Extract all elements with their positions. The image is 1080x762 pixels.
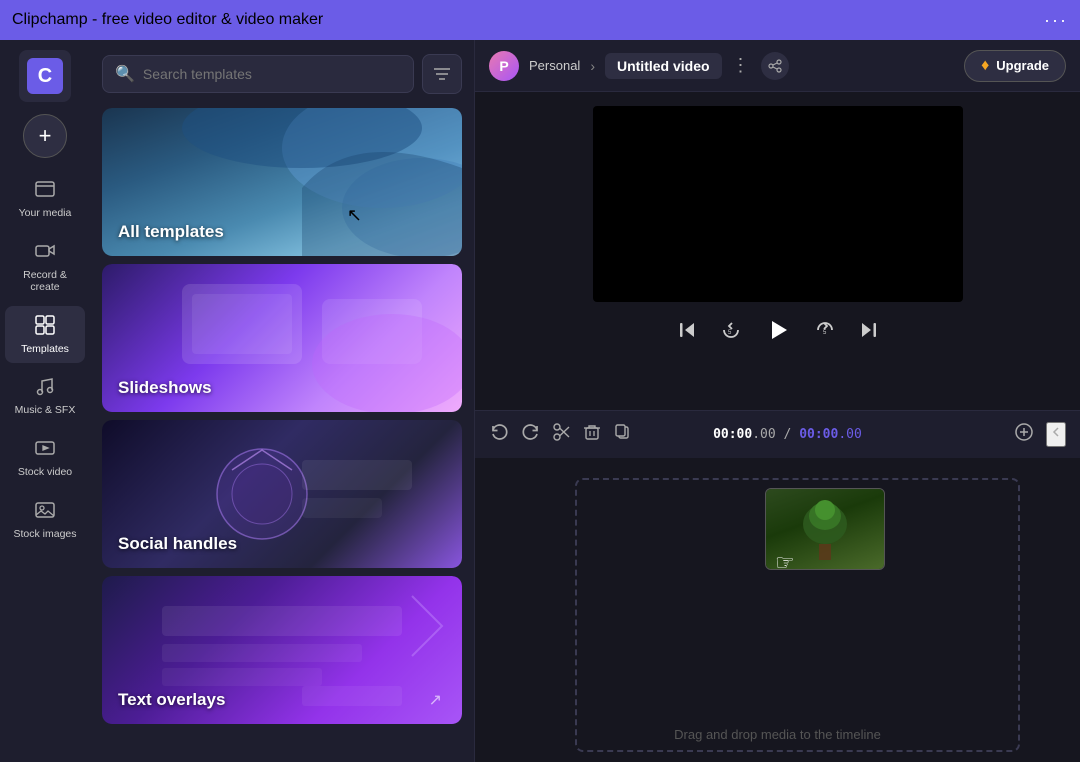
timeline-area: ☞ Drag and drop media to the timeline <box>475 458 1080 762</box>
sidebar-item-templates[interactable]: Templates <box>5 306 85 364</box>
slideshows-label: Slideshows <box>118 378 212 398</box>
title-more-button[interactable]: ⋮ <box>732 55 751 76</box>
icon-sidebar: C + Your media Record & create Templates <box>0 40 90 762</box>
total-time: 00:00 <box>799 427 838 442</box>
breadcrumb-arrow: › <box>590 58 595 74</box>
timeline-media-thumbnail[interactable] <box>765 488 885 570</box>
current-time: 00:00 <box>713 427 752 442</box>
sidebar-item-music[interactable]: Music & SFX <box>5 367 85 425</box>
record-icon <box>34 240 56 266</box>
fast-forward-button[interactable]: 5 <box>814 319 836 341</box>
search-input-wrap[interactable]: 🔍 <box>102 55 414 93</box>
sidebar-item-your-media[interactable]: Your media <box>5 170 85 228</box>
template-card-all[interactable]: All templates ↖ <box>102 108 462 256</box>
current-ms: .00 <box>752 427 775 442</box>
search-input[interactable] <box>143 66 401 82</box>
stock-images-label: Stock images <box>13 528 76 541</box>
filter-button[interactable] <box>422 54 462 94</box>
search-icon: 🔍 <box>115 64 135 84</box>
app-title: Clipchamp - free video editor & video ma… <box>12 11 323 29</box>
sidebar-item-record[interactable]: Record & create <box>5 232 85 302</box>
svg-text:5: 5 <box>823 330 827 336</box>
play-button[interactable] <box>764 316 792 344</box>
music-label: Music & SFX <box>15 404 76 417</box>
video-title[interactable]: Untitled video <box>605 53 722 79</box>
stock-video-label: Stock video <box>18 466 72 479</box>
window-controls[interactable]: ··· <box>1044 10 1068 31</box>
music-icon <box>34 375 56 401</box>
template-card-social[interactable]: Social handles <box>102 420 462 568</box>
skip-to-end-button[interactable] <box>858 319 880 341</box>
your-media-label: Your media <box>19 207 72 220</box>
timeline-toolbar: 00:00.00 / 00:00.00 <box>475 410 1080 458</box>
all-templates-label: All templates <box>118 222 224 242</box>
delete-button[interactable] <box>583 423 601 446</box>
undo-button[interactable] <box>489 422 509 447</box>
playback-controls: 5 5 <box>676 316 880 344</box>
record-label: Record & create <box>11 269 79 294</box>
drag-hint: Drag and drop media to the timeline <box>475 727 1080 742</box>
copy-to-clipboard-button[interactable] <box>613 423 631 446</box>
time-display: 00:00.00 / 00:00.00 <box>713 427 862 442</box>
logo-area: C <box>19 50 71 102</box>
template-panel: 🔍 All templates <box>90 40 475 762</box>
text-overlays-label: Text overlays <box>118 690 225 710</box>
sidebar-item-stock-images[interactable]: Stock images <box>5 491 85 549</box>
main-layout: C + Your media Record & create Templates <box>0 40 1080 762</box>
template-list: All templates ↖ Slideshows <box>90 108 474 762</box>
logo-icon: C <box>27 58 63 94</box>
personal-label: Personal <box>529 58 580 73</box>
editor-header: P Personal › Untitled video ⋮ ♦ Upgrade <box>475 40 1080 92</box>
stock-video-icon <box>34 437 56 463</box>
your-media-icon <box>34 178 56 204</box>
editor-area: P Personal › Untitled video ⋮ ♦ Upgrade <box>475 40 1080 762</box>
stock-images-icon <box>34 499 56 525</box>
social-handles-label: Social handles <box>118 534 237 554</box>
personal-avatar: P <box>489 51 519 81</box>
create-button[interactable]: + <box>23 114 67 158</box>
collapse-timeline-button[interactable] <box>1046 422 1066 447</box>
svg-text:5: 5 <box>728 330 732 336</box>
diamond-icon: ♦ <box>981 57 989 75</box>
share-button[interactable] <box>761 52 789 80</box>
upgrade-label: Upgrade <box>996 58 1049 73</box>
cut-button[interactable] <box>553 423 571 446</box>
skip-to-start-button[interactable] <box>676 319 698 341</box>
templates-label: Templates <box>21 343 69 356</box>
templates-icon <box>34 314 56 340</box>
titlebar: Clipchamp - free video editor & video ma… <box>0 0 1080 40</box>
video-preview: 5 5 <box>475 92 1080 410</box>
sidebar-item-stock-video[interactable]: Stock video <box>5 429 85 487</box>
template-card-text-overlays[interactable]: Text overlays ↗ <box>102 576 462 724</box>
add-track-button[interactable] <box>1014 422 1034 448</box>
rewind-button[interactable]: 5 <box>720 319 742 341</box>
template-card-slideshows[interactable]: Slideshows <box>102 264 462 412</box>
video-canvas <box>593 106 963 302</box>
total-ms: .00 <box>838 427 861 442</box>
redo-button[interactable] <box>521 422 541 447</box>
search-bar-area: 🔍 <box>90 40 474 108</box>
upgrade-button[interactable]: ♦ Upgrade <box>964 50 1066 82</box>
